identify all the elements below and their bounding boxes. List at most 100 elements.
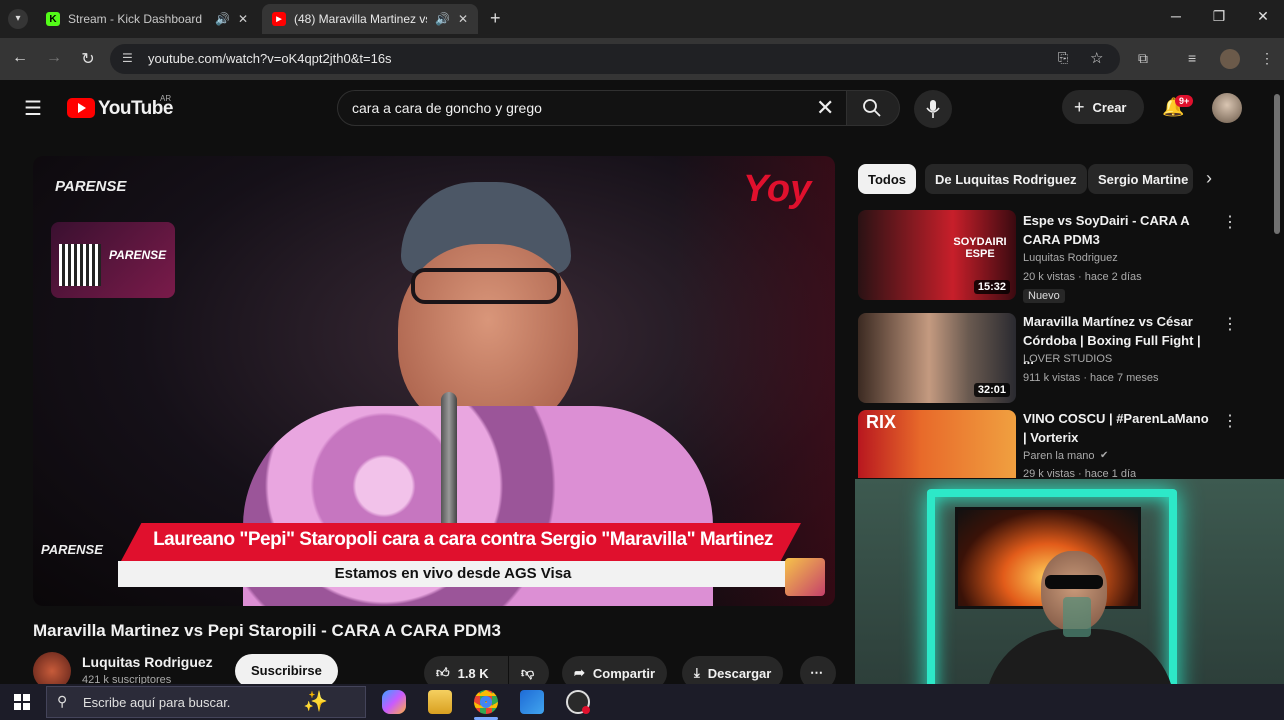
browser-menu-icon[interactable]: ⋮ — [1260, 50, 1274, 67]
rec-thumbnail[interactable]: 32:01 — [858, 313, 1016, 403]
recording-dot-icon — [582, 706, 590, 714]
video-title: Maravilla Martinez vs Pepi Staropili - C… — [33, 621, 501, 640]
extensions-icon[interactable]: ⧉ — [1138, 50, 1148, 67]
file-explorer-icon[interactable] — [428, 690, 452, 714]
like-count: 1.8 K — [457, 665, 489, 681]
speaker-icon[interactable]: 🔊 — [215, 12, 230, 26]
brand-logo-top: PARENSE — [55, 178, 127, 195]
promo-brand: PARENSE — [109, 248, 167, 262]
rec-meta: 911 k vistas · hace 7 meses — [1023, 372, 1159, 384]
site-settings-icon[interactable]: ☰ — [122, 51, 133, 65]
chrome-icon[interactable] — [474, 690, 498, 714]
region-code: AR — [160, 94, 172, 103]
close-tab-icon[interactable]: ✕ — [238, 12, 248, 26]
kick-favicon-icon: K — [46, 12, 60, 26]
rec-title[interactable]: VINO COSCU | #ParenLaMano | Vorterix — [1023, 409, 1213, 447]
voice-search-button[interactable] — [914, 90, 952, 128]
speaker-icon[interactable]: 🔊 — [435, 12, 450, 26]
channel-name[interactable]: Luquitas Rodriguez — [82, 654, 213, 670]
new-badge: Nuevo — [1023, 289, 1065, 303]
rec-channel[interactable]: Paren la mano — [1023, 450, 1095, 462]
microphone-icon — [926, 100, 940, 118]
taskbar-search-icon: ⚲ — [57, 693, 68, 709]
scrollbar-thumb[interactable] — [1274, 94, 1280, 234]
qr-code-icon — [59, 244, 101, 286]
chip-from-channel[interactable]: De Luquitas Rodriguez — [925, 164, 1087, 194]
clear-search-icon[interactable]: ✕ — [816, 95, 834, 121]
rec-title[interactable]: Espe vs SoyDairi - CARA A CARA PDM3 — [1023, 211, 1213, 249]
rec-meta: 29 k vistas · hace 1 día — [1023, 468, 1137, 477]
rec-menu-icon[interactable]: ⋮ — [1222, 411, 1238, 431]
duration-badge: 15:32 — [973, 280, 1010, 294]
thumb-text: RIX — [866, 412, 897, 432]
streamer-sunglasses — [1045, 575, 1103, 589]
rec-menu-icon[interactable]: ⋮ — [1222, 314, 1238, 334]
close-tab-icon[interactable]: ✕ — [458, 12, 468, 26]
search-icon — [863, 99, 881, 117]
browser-tab-bar: ▾ K Stream - Kick Dashboard 🔊 ✕ ▶ (48) M… — [0, 0, 1284, 38]
subscribe-button[interactable]: Suscribirse — [235, 654, 338, 688]
taskbar-search-box[interactable]: ⚲ Escribe aquí para buscar. ✨ — [46, 686, 366, 718]
tab-youtube-video[interactable]: ▶ (48) Maravilla Martinez vs P 🔊 ✕ — [262, 4, 478, 34]
tab-title: Stream - Kick Dashboard — [68, 12, 203, 26]
lower-third-subtitle: Estamos en vivo desde AGS Visa — [334, 565, 572, 582]
youtube-favicon-icon: ▶ — [272, 12, 286, 26]
verified-check-icon: ✔ — [1100, 450, 1109, 461]
taskbar-search-placeholder: Escribe aquí para buscar. — [83, 695, 231, 710]
search-button[interactable] — [846, 90, 900, 126]
share-label: Compartir — [592, 665, 656, 681]
reload-icon[interactable]: ↻ — [78, 49, 98, 69]
lower-third-title: Laureano "Pepi" Staropoli cara a cara co… — [153, 529, 773, 550]
new-tab-icon[interactable]: + — [490, 8, 501, 29]
back-icon[interactable]: ← — [10, 49, 30, 67]
rec-channel[interactable]: LOVER STUDIOS — [1023, 353, 1112, 365]
microphone-stand — [441, 392, 457, 532]
search-input[interactable]: cara a cara de goncho y grego — [352, 100, 542, 116]
sponsor-badge — [785, 558, 825, 596]
address-bar[interactable]: ☰ youtube.com/watch?v=oK4qpt2jth0&t=16s … — [110, 44, 1120, 74]
install-app-icon[interactable]: ⎘ — [1058, 50, 1068, 66]
minimize-icon[interactable]: ─ — [1165, 8, 1187, 24]
rec-meta: 20 k vistas · hace 2 días — [1023, 271, 1142, 283]
tab-list-chevron-icon[interactable]: ▾ — [8, 9, 28, 29]
drinking-glass — [1063, 597, 1091, 637]
account-avatar[interactable] — [1212, 93, 1242, 123]
rec-thumbnail[interactable]: RIX — [858, 410, 1016, 478]
chips-next-icon[interactable]: › — [1206, 168, 1212, 189]
plus-icon: + — [1074, 96, 1085, 117]
more-icon: ⋯ — [810, 665, 823, 680]
rec-thumbnail[interactable]: SOYDAIRI ESPE 15:32 — [858, 210, 1016, 300]
copilot-icon[interactable] — [382, 690, 406, 714]
search-box[interactable]: cara a cara de goncho y grego ✕ — [337, 90, 847, 126]
thumbs-down-icon: 👎︎ — [521, 665, 535, 680]
brand-logo-bottom: PARENSE — [41, 542, 103, 557]
search-highlights-icon: ✨ — [303, 691, 328, 713]
tab-kick-dashboard[interactable]: K Stream - Kick Dashboard 🔊 ✕ — [36, 4, 258, 34]
video-player[interactable]: PARENSE PARENSE Yoy PARENSE Laureano "Pe… — [33, 156, 835, 606]
windows-taskbar: ⚲ Escribe aquí para buscar. ✨ — [0, 684, 1284, 720]
media-control-icon[interactable]: ≡ — [1188, 50, 1196, 66]
youtube-logo-icon[interactable] — [67, 98, 95, 118]
create-button[interactable]: + Crear — [1062, 90, 1144, 124]
hamburger-menu-icon[interactable]: ☰ — [24, 96, 42, 121]
speaker-glasses — [411, 268, 561, 304]
profile-avatar[interactable] — [1220, 49, 1240, 69]
rec-menu-icon[interactable]: ⋮ — [1222, 212, 1238, 232]
word-icon[interactable] — [520, 690, 544, 714]
windows-start-icon[interactable] — [14, 694, 30, 710]
download-icon: ⤓ — [694, 665, 700, 680]
create-label: Crear — [1092, 99, 1127, 115]
restore-icon[interactable]: ❐ — [1208, 8, 1230, 25]
tab-title: (48) Maravilla Martinez vs P — [294, 12, 427, 26]
thumb-text: SOYDAIRI ESPE — [953, 236, 1007, 260]
close-window-icon[interactable]: ✕ — [1252, 8, 1274, 25]
forward-icon[interactable]: → — [44, 49, 64, 67]
chip-related[interactable]: Sergio Martine — [1088, 164, 1193, 194]
chip-all[interactable]: Todos — [858, 164, 917, 194]
thumbs-up-icon: 👍︎ — [436, 665, 450, 680]
url-text[interactable]: youtube.com/watch?v=oK4qpt2jth0&t=16s — [148, 51, 392, 66]
bookmark-star-icon[interactable]: ☆ — [1090, 49, 1103, 67]
browser-toolbar: ← → ↻ ☰ youtube.com/watch?v=oK4qpt2jth0&… — [0, 38, 1284, 80]
rec-channel[interactable]: Luquitas Rodriguez — [1023, 252, 1118, 264]
qr-promo-panel: PARENSE — [51, 222, 175, 298]
